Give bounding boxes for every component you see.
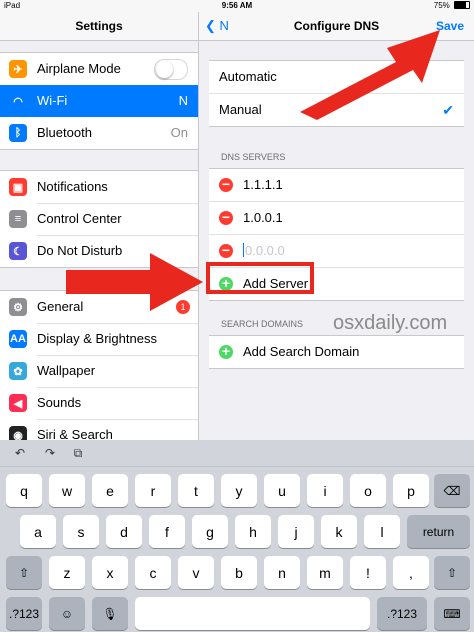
key-t[interactable]: t [178,474,214,507]
key-g[interactable]: g [192,515,228,548]
key-i[interactable]: i [307,474,343,507]
key-k[interactable]: k [321,515,357,548]
shift-left-icon[interactable]: ⇧ [6,556,42,589]
key-j[interactable]: j [278,515,314,548]
hide-keyboard-icon[interactable]: ⌨ [434,597,470,630]
key-n[interactable]: n [264,556,300,589]
key-r[interactable]: r [135,474,171,507]
arrow-to-save-icon [300,30,440,120]
numbers-key-right[interactable]: .?123 [377,597,427,630]
shift-right-icon[interactable]: ⇧ [434,556,470,589]
key-p[interactable]: p [393,474,429,507]
return-key[interactable]: return [407,515,470,548]
numbers-key[interactable]: .?123 [6,597,42,630]
key-b[interactable]: b [221,556,257,589]
key-f[interactable]: f [149,515,185,548]
key-d[interactable]: d [106,515,142,548]
key-o[interactable]: o [350,474,386,507]
keyboard: ↶ ↷ ⧉ q w e r t y u i o p ⌫ a s d f g h j k l return ⇧ z x c v b n m… [0,440,474,632]
key-a[interactable]: a [20,515,56,548]
key-h[interactable]: h [235,515,271,548]
keyboard-toolbar: ↶ ↷ ⧉ [0,440,474,467]
key-q[interactable]: q [6,474,42,507]
key-z[interactable]: z [49,556,85,589]
redo-icon[interactable]: ↷ [42,445,58,461]
key-c[interactable]: c [135,556,171,589]
emoji-icon[interactable]: ☺ [49,597,85,630]
key-u[interactable]: u [264,474,300,507]
arrow-to-add-server-icon [66,253,203,311]
paste-icon[interactable]: ⧉ [70,445,86,461]
key-l[interactable]: l [364,515,400,548]
key-![interactable]: ! [350,556,386,589]
key-x[interactable]: x [92,556,128,589]
key-w[interactable]: w [49,474,85,507]
key-,[interactable]: , [393,556,429,589]
key-e[interactable]: e [92,474,128,507]
key-y[interactable]: y [221,474,257,507]
key-s[interactable]: s [63,515,99,548]
key-v[interactable]: v [178,556,214,589]
space-bar[interactable] [135,597,370,630]
key-m[interactable]: m [307,556,343,589]
undo-icon[interactable]: ↶ [12,445,28,461]
microphone-icon[interactable]: 🎙 [92,597,128,630]
backspace-icon[interactable]: ⌫ [434,474,470,507]
